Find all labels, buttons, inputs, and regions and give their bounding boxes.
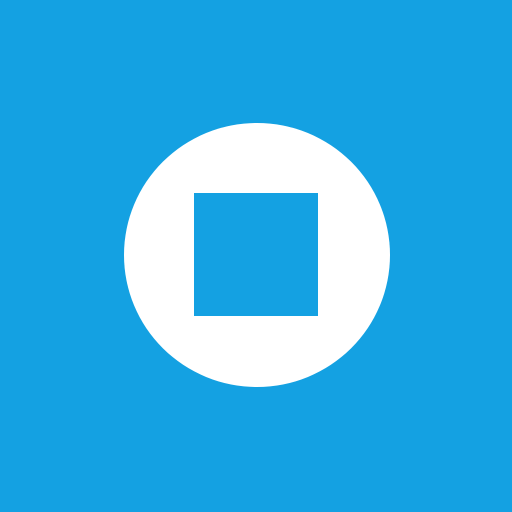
app-icon-tile xyxy=(0,0,512,512)
stop-icon xyxy=(194,193,318,316)
stop-button[interactable] xyxy=(124,123,390,387)
